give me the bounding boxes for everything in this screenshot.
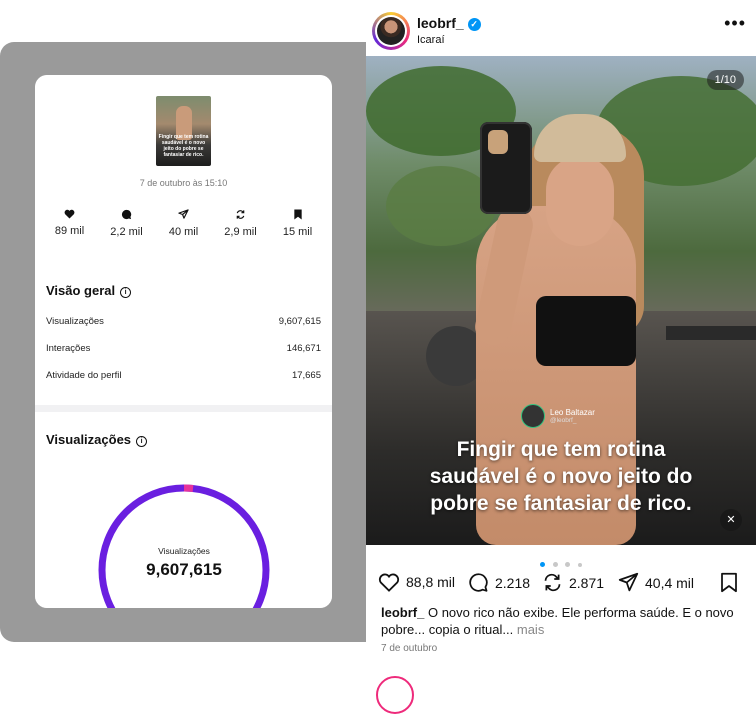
comment-button[interactable]: 2.218 [468,572,530,593]
repost-icon [236,210,245,219]
verified-badge-icon: ✓ [467,18,481,31]
credit-avatar [521,404,545,428]
post-location[interactable]: Icaraí [417,34,445,46]
insights-panel: Fingir que tem rotina saudável é o novo … [35,75,332,608]
row-label: Atividade do perfil [46,370,122,381]
carousel-dots [366,554,756,572]
overview-card: Visão geral i Visualizações 9,607,615 Int… [35,263,332,405]
overview-title: Visão geral i [46,283,132,298]
bookmark-icon [721,572,737,593]
post-date: 7 de outubro às 15:10 [139,178,228,188]
bookmark-icon [293,209,302,220]
views-title-text: Visualizações [46,432,132,447]
phone-camera [488,130,508,154]
repost-count: 2.871 [569,574,605,591]
overlay-line: Fingir que tem rotina [456,438,666,461]
avatar-photo [377,17,405,45]
views-card: Visualizações i Visualizações 9,607,615 [35,412,332,608]
heart-icon [64,209,75,219]
metric-comments: 2,2 mil [98,209,155,238]
row-value: 17,665 [291,370,321,381]
metric-likes: 89 mil [41,209,98,238]
carousel-dot [552,562,558,567]
share-icon [618,572,639,592]
post-date-label: 7 de outubro [381,643,438,654]
heart-icon [378,573,400,592]
save-button[interactable] [720,572,744,593]
row-label: Interações [46,343,91,354]
info-icon[interactable]: i [136,436,148,447]
share-count: 40,4 mil [645,574,695,591]
overview-row-interactions: Interações 146,671 [46,343,321,354]
repost-icon [544,573,561,592]
comment-icon [121,209,132,220]
metric-shares: 40 mil [155,209,212,238]
more-options-icon[interactable]: ••• [724,14,746,32]
repost-button[interactable]: 2.871 [542,572,604,593]
carousel-counter: 1/10 [706,70,744,90]
mute-icon[interactable]: ✕ [720,509,742,531]
overview-title-text: Visão geral [46,283,116,298]
like-button[interactable]: 88,8 mil [378,572,455,592]
metric-comments-value: 2,2 mil [110,226,143,238]
views-ring-accent [183,484,194,492]
next-post-avatar[interactable] [376,676,414,714]
share-icon [178,209,189,219]
instagram-post: leobrf_ ✓ Icaraí ••• 1/10 Leo Baltazar @l… [366,0,756,714]
caption-text: O novo rico não exibe. Ele performa saúd… [381,605,734,637]
credit-handle: @leobrf_ [550,417,577,424]
row-value: 146,671 [286,343,321,354]
row-label: Visualizações [46,316,104,327]
metric-likes-value: 89 mil [54,225,85,237]
ring-label: Visualizações [158,546,210,556]
story-ring[interactable] [372,12,410,50]
caption-username[interactable]: leobrf_ [381,605,424,620]
phone [480,122,532,214]
views-title: Visualizações i [46,432,148,447]
overview-row-profile-activity: Atividade do perfil 17,665 [46,370,321,381]
gym-rack [666,326,756,340]
post-thumbnail[interactable]: Fingir que tem rotina saudável é o novo … [156,96,211,166]
overlay-line: pobre se fantasiar de rico. [430,492,692,515]
ring-value: 9,607,615 [146,560,222,579]
post-photo[interactable]: 1/10 Leo Baltazar @leobrf_ Fingir que te… [366,56,756,545]
views-donut [98,484,270,608]
views-ring: Visualizações 9,607,615 [96,482,272,608]
metric-reposts: 2,9 mil [212,209,269,238]
share-button[interactable]: 40,4 mil [618,572,694,593]
watermark-credit: Leo Baltazar @leobrf_ [521,404,595,428]
face [546,156,614,246]
carousel-dot [577,563,582,567]
metric-shares-value: 40 mil [168,226,199,238]
metric-saves: 15 mil [269,209,326,238]
comment-count: 2.218 [495,574,531,591]
metrics-row: 89 mil 2,2 mil 40 mil 2,9 mil 15 mil [41,209,326,238]
caption-more-link[interactable]: mais [517,622,544,637]
thumbnail-text: Fingir que tem rotina saudável é o novo … [158,134,209,158]
metric-saves-value: 15 mil [282,226,313,238]
post-caption: leobrf_ O novo rico não exibe. Ele perfo… [381,604,741,638]
carousel-dot-active [540,562,546,567]
info-icon[interactable]: i [120,287,132,298]
avatar [375,15,407,47]
username-text: leobrf_ [417,15,464,31]
carousel-dot [565,562,571,567]
overlay-text: Fingir que tem rotina saudável é o novo … [366,436,756,517]
credit-name: Leo Baltazar [550,408,595,417]
post-username[interactable]: leobrf_ ✓ [417,15,481,31]
comment-icon [469,573,488,592]
like-count: 88,8 mil [406,574,456,590]
overlay-line: saudável é o novo jeito do [429,465,693,488]
row-value: 9,607,615 [278,316,321,327]
overview-row-views: Visualizações 9,607,615 [46,316,321,327]
sports-top [536,296,636,366]
metric-reposts-value: 2,9 mil [224,226,257,238]
action-bar: 88,8 mil 2.218 2.871 40,4 mil [378,572,744,596]
